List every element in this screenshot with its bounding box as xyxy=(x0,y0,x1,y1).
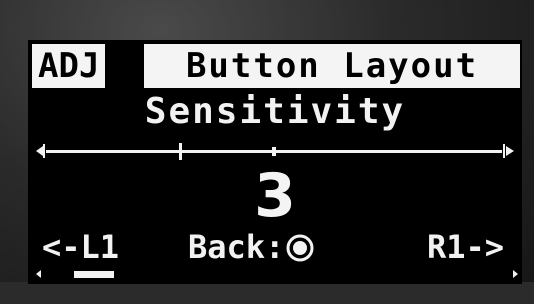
oled-screen: ADJ Button Layout Sensitivity 3 <-L1 Bac… xyxy=(28,40,522,284)
setting-label: Sensitivity xyxy=(144,91,406,132)
footer-bar: <-L1 Back: R1-> xyxy=(28,228,522,266)
slider-handle[interactable] xyxy=(272,147,276,156)
page-title: Button Layout xyxy=(144,44,520,88)
arrow-right-icon[interactable] xyxy=(503,144,514,158)
scroll-thumb[interactable] xyxy=(74,271,114,278)
header-bar: ADJ Button Layout xyxy=(32,44,520,88)
sensitivity-slider[interactable] xyxy=(34,140,516,162)
back-label: Back: xyxy=(188,228,285,266)
device-bezel-bottom xyxy=(0,282,534,304)
next-r1-hint[interactable]: R1-> xyxy=(427,228,504,266)
prev-l1-hint[interactable]: <-L1 xyxy=(42,228,119,266)
slider-tick-marker xyxy=(179,143,182,160)
back-hint[interactable]: Back: xyxy=(188,228,314,266)
mode-badge: ADJ xyxy=(32,44,106,88)
setting-value: 3 xyxy=(254,161,296,231)
scroll-right-icon xyxy=(513,270,518,278)
arrow-left-icon[interactable] xyxy=(36,144,45,158)
page-scrollbar[interactable] xyxy=(36,268,518,280)
circle-button-icon xyxy=(286,234,314,262)
scroll-left-icon xyxy=(36,270,41,278)
